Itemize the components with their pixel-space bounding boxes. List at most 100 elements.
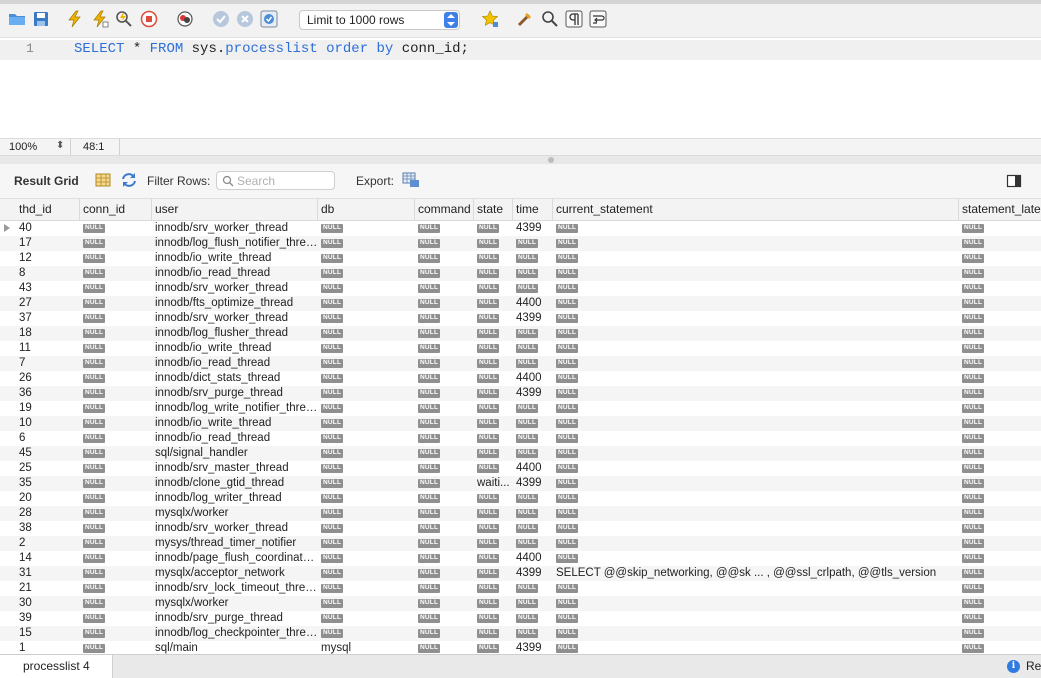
table-row[interactable]: 35 NULL innodb/clone_gtid_thread NULL NULL wa…	[0, 476, 1041, 491]
table-row[interactable]: 12 NULL innodb/io_write_thread NULL NULL NULL…	[0, 251, 1041, 266]
cell-user[interactable]: mysqlx/worker	[152, 596, 318, 611]
zoom-stepper-icon[interactable]: ⬍	[56, 140, 64, 151]
cell-state[interactable]: NULL	[474, 521, 513, 536]
cell-state[interactable]: NULL	[474, 326, 513, 341]
sql-editor[interactable]: 1 SELECT * FROM sys.processlist order by…	[0, 38, 1041, 138]
cell-thd-id[interactable]: 15	[16, 626, 80, 641]
table-row[interactable]: 2 NULL mysys/thread_timer_notifier NULL NULL…	[0, 536, 1041, 551]
cell-command[interactable]: NULL	[415, 221, 474, 236]
cell-user[interactable]: mysqlx/acceptor_network	[152, 566, 318, 581]
cell-db[interactable]: NULL	[318, 566, 415, 581]
cell-thd-id[interactable]: 1	[16, 641, 80, 654]
cell-db[interactable]: NULL	[318, 266, 415, 281]
toggle-side-panel-icon[interactable]	[1006, 173, 1022, 189]
cell-command[interactable]: NULL	[415, 401, 474, 416]
cell-state[interactable]: NULL	[474, 431, 513, 446]
cell-db[interactable]: NULL	[318, 551, 415, 566]
cell-command[interactable]: NULL	[415, 266, 474, 281]
cell-statement-latency[interactable]: NULL	[959, 236, 1041, 251]
splitter-handle-icon[interactable]	[548, 157, 554, 163]
cell-state[interactable]: NULL	[474, 491, 513, 506]
cell-conn-id[interactable]: NULL	[80, 626, 152, 641]
read-only-label[interactable]: Re	[1026, 659, 1041, 673]
cell-time[interactable]: NULL	[513, 536, 553, 551]
cell-time[interactable]: NULL	[513, 611, 553, 626]
cell-user[interactable]: mysys/thread_timer_notifier	[152, 536, 318, 551]
cell-thd-id[interactable]: 14	[16, 551, 80, 566]
header-db[interactable]: db	[318, 199, 415, 221]
cell-time[interactable]: NULL	[513, 521, 553, 536]
cell-conn-id[interactable]: NULL	[80, 521, 152, 536]
cell-current-statement[interactable]: NULL	[553, 386, 959, 401]
cell-state[interactable]: NULL	[474, 641, 513, 654]
cell-user[interactable]: innodb/io_write_thread	[152, 251, 318, 266]
tab-processlist-4[interactable]: processlist 4	[0, 654, 113, 678]
cell-statement-latency[interactable]: NULL	[959, 551, 1041, 566]
cell-current-statement[interactable]: NULL	[553, 266, 959, 281]
cell-time[interactable]: NULL	[513, 401, 553, 416]
cell-time[interactable]: NULL	[513, 446, 553, 461]
cell-current-statement[interactable]: NULL	[553, 461, 959, 476]
cell-statement-latency[interactable]: NULL	[959, 371, 1041, 386]
header-thd-id[interactable]: thd_id	[16, 199, 80, 221]
cell-current-statement[interactable]: NULL	[553, 296, 959, 311]
table-row[interactable]: 25 NULL innodb/srv_master_thread NULL NULL NU…	[0, 461, 1041, 476]
cell-db[interactable]: NULL	[318, 521, 415, 536]
cell-time[interactable]: 4400	[513, 461, 553, 476]
table-row[interactable]: 40 NULL innodb/srv_worker_thread NULL NULL NU…	[0, 221, 1041, 236]
cell-command[interactable]: NULL	[415, 416, 474, 431]
cell-current-statement[interactable]: NULL	[553, 311, 959, 326]
refresh-icon[interactable]	[121, 172, 137, 188]
header-command[interactable]: command	[415, 199, 474, 221]
cell-time[interactable]: 4399	[513, 566, 553, 581]
cell-state[interactable]: NULL	[474, 251, 513, 266]
cell-statement-latency[interactable]: NULL	[959, 281, 1041, 296]
cell-conn-id[interactable]: NULL	[80, 581, 152, 596]
table-row[interactable]: 15 NULL innodb/log_checkpointer_thread NULL…	[0, 626, 1041, 641]
table-row[interactable]: 20 NULL innodb/log_writer_thread NULL NULL NU…	[0, 491, 1041, 506]
cell-conn-id[interactable]: NULL	[80, 326, 152, 341]
table-row[interactable]: 30 NULL mysqlx/worker NULL NULL NULL NULL NULL N…	[0, 596, 1041, 611]
cell-current-statement[interactable]: NULL	[553, 551, 959, 566]
cell-state[interactable]: NULL	[474, 401, 513, 416]
cell-state[interactable]: NULL	[474, 386, 513, 401]
cell-command[interactable]: NULL	[415, 476, 474, 491]
cell-db[interactable]: NULL	[318, 311, 415, 326]
cell-current-statement[interactable]: NULL	[553, 251, 959, 266]
cell-state[interactable]: NULL	[474, 236, 513, 251]
header-user[interactable]: user	[152, 199, 318, 221]
cell-conn-id[interactable]: NULL	[80, 551, 152, 566]
cell-thd-id[interactable]: 40	[16, 221, 80, 236]
cell-thd-id[interactable]: 20	[16, 491, 80, 506]
cell-conn-id[interactable]: NULL	[80, 641, 152, 654]
cell-time[interactable]: 4399	[513, 221, 553, 236]
stop-icon[interactable]	[140, 10, 158, 28]
cell-state[interactable]: NULL	[474, 461, 513, 476]
cell-conn-id[interactable]: NULL	[80, 461, 152, 476]
cell-statement-latency[interactable]: NULL	[959, 431, 1041, 446]
table-row[interactable]: 36 NULL innodb/srv_purge_thread NULL NULL NUL…	[0, 386, 1041, 401]
cell-conn-id[interactable]: NULL	[80, 596, 152, 611]
cell-command[interactable]: NULL	[415, 311, 474, 326]
commit-icon[interactable]	[212, 10, 230, 28]
cell-time[interactable]: NULL	[513, 266, 553, 281]
cell-user[interactable]: innodb/log_checkpointer_thread	[152, 626, 318, 641]
cell-conn-id[interactable]: NULL	[80, 386, 152, 401]
cell-command[interactable]: NULL	[415, 341, 474, 356]
cell-conn-id[interactable]: NULL	[80, 281, 152, 296]
table-row[interactable]: 11 NULL innodb/io_write_thread NULL NULL NULL…	[0, 341, 1041, 356]
table-row[interactable]: 43 NULL innodb/srv_worker_thread NULL NULL NU…	[0, 281, 1041, 296]
cell-db[interactable]: NULL	[318, 356, 415, 371]
cell-command[interactable]: NULL	[415, 626, 474, 641]
cell-current-statement[interactable]: NULL	[553, 491, 959, 506]
cell-current-statement[interactable]: NULL	[553, 356, 959, 371]
cell-time[interactable]: NULL	[513, 326, 553, 341]
cell-command[interactable]: NULL	[415, 491, 474, 506]
header-time[interactable]: time	[513, 199, 553, 221]
table-row[interactable]: 39 NULL innodb/srv_purge_thread NULL NULL NUL…	[0, 611, 1041, 626]
cell-current-statement[interactable]: NULL	[553, 581, 959, 596]
cell-user[interactable]: innodb/srv_worker_thread	[152, 311, 318, 326]
cell-current-statement[interactable]: NULL	[553, 596, 959, 611]
cell-db[interactable]: NULL	[318, 476, 415, 491]
info-icon[interactable]: i	[1007, 660, 1020, 673]
